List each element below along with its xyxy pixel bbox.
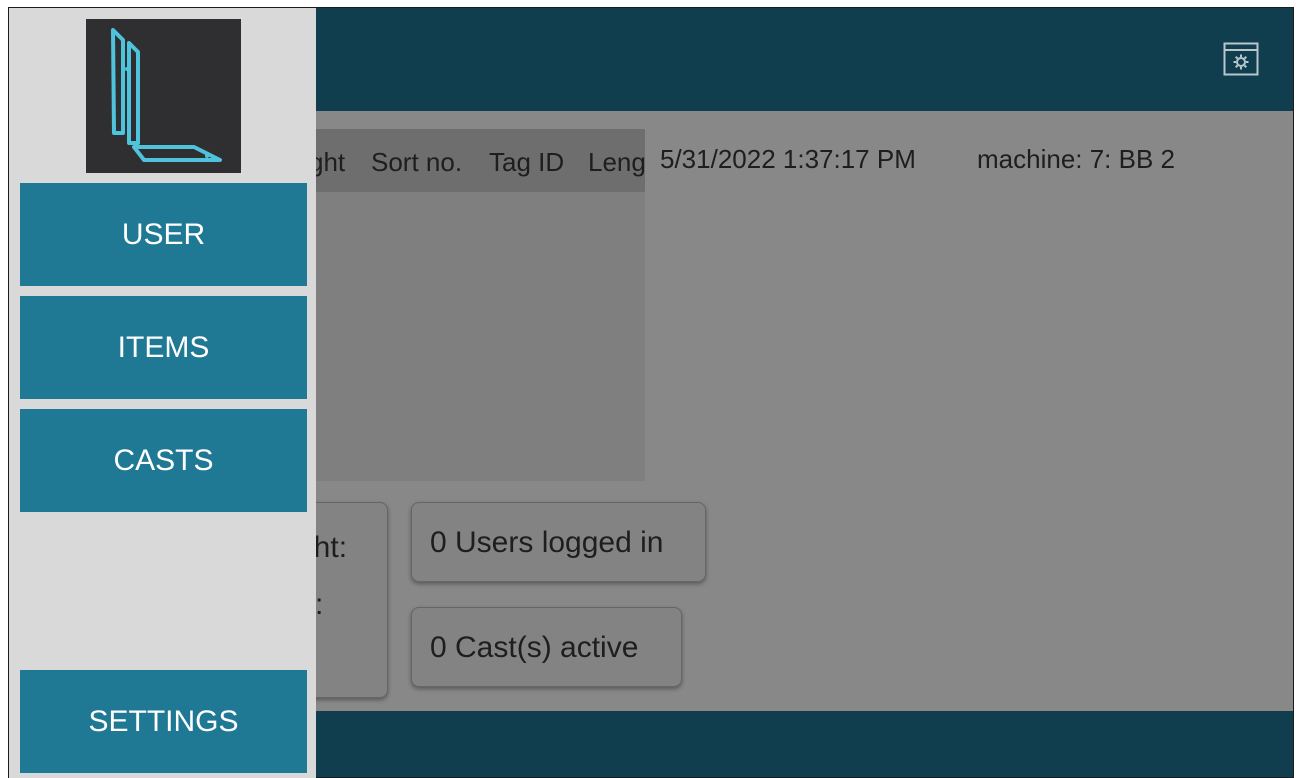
- machine-label: machine: 7: BB 2: [977, 144, 1175, 174]
- casts-active-card[interactable]: 0 Cast(s) active: [411, 607, 682, 687]
- users-logged-in-label: 0 Users logged in: [430, 526, 664, 559]
- nav-items-button[interactable]: ITEMS: [20, 296, 307, 399]
- casts-active-label: 0 Cast(s) active: [430, 631, 639, 664]
- nav-casts-button[interactable]: CASTS: [20, 409, 307, 512]
- nav-settings-button[interactable]: SETTINGS: [20, 670, 307, 773]
- app-logo: [86, 19, 241, 173]
- weight-card-value: :: [315, 588, 324, 621]
- column-tag-id[interactable]: Tag ID: [489, 147, 564, 178]
- navigation-drawer: USER ITEMS CASTS SETTINGS: [9, 8, 316, 778]
- column-length[interactable]: Leng: [588, 147, 645, 178]
- users-logged-in-card[interactable]: 0 Users logged in: [411, 502, 706, 582]
- column-sort-no[interactable]: Sort no.: [371, 147, 462, 178]
- settings-window-icon[interactable]: [1223, 42, 1259, 76]
- nav-user-button[interactable]: USER: [20, 183, 307, 286]
- datetime-label: 5/31/2022 1:37:17 PM: [660, 144, 916, 174]
